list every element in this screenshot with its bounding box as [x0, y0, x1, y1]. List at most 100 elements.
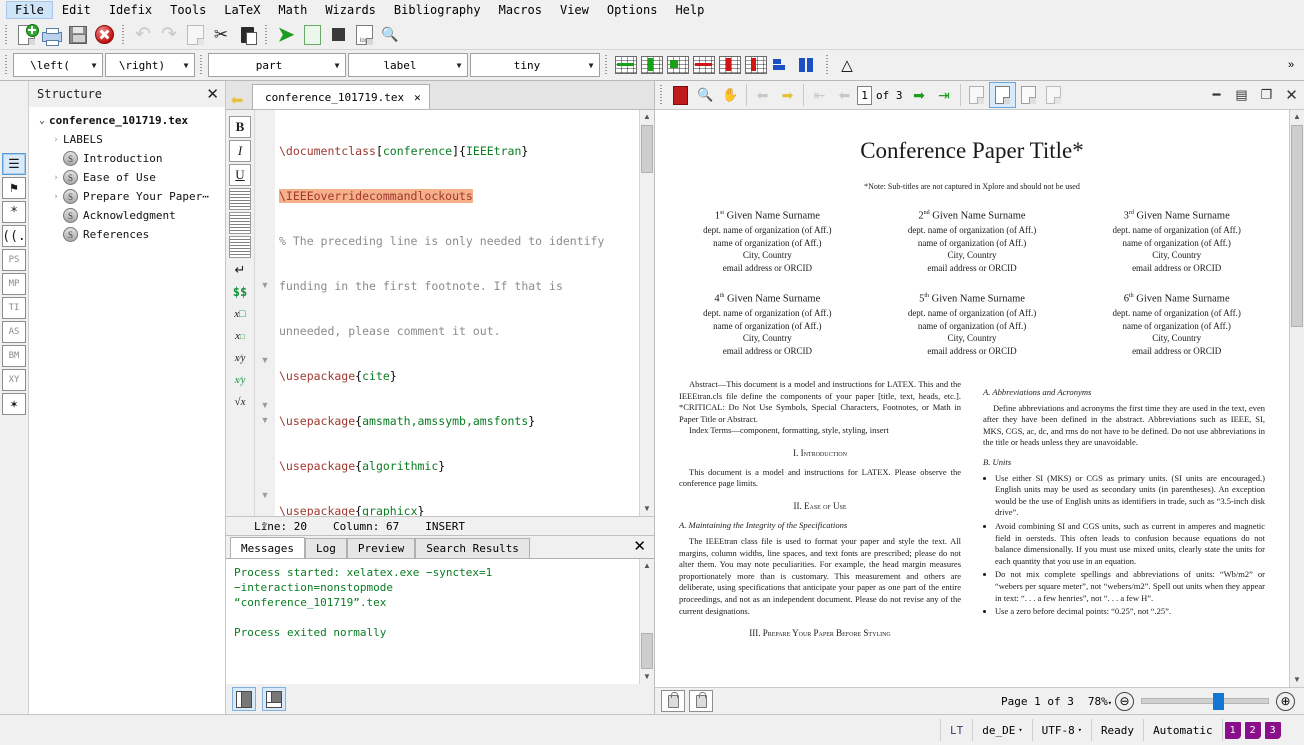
editor-scrollbar[interactable]: ▲ ▼ — [639, 110, 654, 516]
view-pdf-icon[interactable] — [299, 22, 325, 47]
toolbar-grip-2[interactable] — [120, 24, 127, 45]
zoom-in-button[interactable]: ⊕ — [1276, 691, 1295, 711]
fold-toggle-icon[interactable]: ▼ — [259, 489, 271, 501]
sync-pdf-to-source-icon[interactable] — [661, 690, 685, 712]
pdf-toolbar-grip[interactable] — [658, 85, 665, 105]
redo-icon[interactable]: ↷ — [156, 22, 182, 47]
tree-item-ease-of-use[interactable]: › S Ease of Use — [29, 168, 225, 187]
zoom-level-label[interactable]: 78%▾ — [1088, 695, 1112, 708]
bookmarks-view-icon[interactable]: ⚑ — [2, 177, 26, 199]
paste-icon[interactable] — [234, 22, 260, 47]
right-delimiter-combo[interactable]: \right) ▼ — [105, 53, 195, 77]
sqrt-button[interactable]: √x — [230, 392, 250, 412]
menu-wizards[interactable]: Wizards — [316, 1, 385, 19]
language-selector[interactable]: de_DE ▾ — [973, 719, 1033, 741]
next-page-icon[interactable]: ➡ — [907, 83, 932, 107]
fold-toggle-icon[interactable]: ▼ — [259, 519, 271, 531]
print-icon[interactable] — [39, 22, 65, 47]
font-size-combo[interactable]: tiny ▼ — [470, 53, 600, 77]
minimize-icon[interactable]: ━ — [1204, 83, 1229, 107]
bookmark-3-button[interactable]: 3 — [1264, 721, 1281, 739]
pdf-page-area[interactable]: Conference Paper Title* *Note: Sub-title… — [655, 110, 1304, 687]
format-toolbar-grip[interactable] — [3, 55, 10, 75]
bookmark-1-button[interactable]: 1 — [1224, 721, 1241, 739]
layout-three-pane-view-button[interactable] — [262, 687, 286, 711]
code-editor[interactable]: \documentclass[conference]{IEEEtran} \IE… — [275, 110, 639, 516]
tree-item-acknowledgment[interactable]: S Acknowledgment — [29, 206, 225, 225]
align-left-button[interactable] — [229, 188, 251, 210]
find-icon[interactable]: 🔍 — [377, 22, 403, 47]
zoom-out-button[interactable]: ⊖ — [1115, 691, 1134, 711]
page-number-input[interactable]: 1 — [857, 85, 872, 105]
math-mode-button[interactable]: $$ — [230, 282, 250, 302]
messages-scrollbar[interactable]: ▲ ▼ — [639, 559, 654, 684]
align-table-icon[interactable] — [769, 53, 795, 78]
as-symbols-icon[interactable]: AS — [2, 321, 26, 343]
scroll-down-icon[interactable]: ▼ — [643, 502, 651, 516]
fold-toggle-icon[interactable]: ▼ — [259, 354, 271, 366]
sync-source-to-pdf-icon[interactable] — [689, 690, 713, 712]
menu-tools[interactable]: Tools — [161, 1, 215, 19]
menu-file[interactable]: File — [6, 1, 53, 19]
close-icon[interactable]: ✕ — [414, 91, 421, 104]
scroll-up-icon[interactable]: ▲ — [643, 559, 651, 573]
ti-symbols-icon[interactable]: TI — [2, 297, 26, 319]
menu-bibliography[interactable]: Bibliography — [385, 1, 490, 19]
newline-button[interactable]: ↵ — [230, 260, 250, 280]
left-delimiter-combo[interactable]: \left( ▼ — [13, 53, 103, 77]
encoding-selector[interactable]: UTF-8 ▾ — [1033, 719, 1092, 741]
chevron-right-icon[interactable]: › — [49, 192, 63, 202]
maximize-icon[interactable]: ▤ — [1229, 83, 1254, 107]
fit-width-icon[interactable] — [1016, 83, 1041, 107]
log-icon[interactable]: log — [351, 22, 377, 47]
first-page-icon[interactable]: ⇤ — [807, 83, 832, 107]
previous-page-icon[interactable]: ⬅ — [832, 83, 857, 107]
spellcheck-indicator[interactable]: LT — [940, 719, 974, 741]
delete-cell-icon[interactable] — [743, 53, 769, 78]
forward-icon[interactable]: ➡ — [775, 83, 800, 107]
brackets-view-icon[interactable]: ((. — [2, 225, 26, 247]
zoom-slider[interactable] — [1141, 692, 1269, 710]
continuous-icon[interactable] — [1041, 83, 1066, 107]
scroll-down-icon[interactable]: ▼ — [643, 670, 651, 684]
layout-split-view-button[interactable] — [232, 687, 256, 711]
last-page-icon[interactable]: ⇥ — [932, 83, 957, 107]
fit-page-icon[interactable] — [988, 82, 1016, 108]
undo-icon[interactable]: ↶ — [130, 22, 156, 47]
scroll-down-icon[interactable]: ▼ — [1293, 673, 1301, 687]
back-arrow-icon[interactable]: ⬅ — [226, 91, 248, 109]
tree-item-labels[interactable]: › LABELS — [29, 130, 225, 149]
tab-search-results[interactable]: Search Results — [415, 538, 530, 558]
delete-column-icon[interactable] — [717, 53, 743, 78]
label-combo[interactable]: label ▼ — [348, 53, 468, 77]
restore-icon[interactable]: ❐ — [1254, 83, 1279, 107]
toolbar-grip[interactable] — [3, 24, 10, 45]
symbols-view-icon[interactable]: * — [2, 201, 26, 223]
editor-tab-conference[interactable]: conference_101719.tex ✕ — [252, 84, 430, 109]
tab-log[interactable]: Log — [304, 538, 347, 558]
menu-help[interactable]: Help — [666, 1, 713, 19]
fraction-button[interactable]: x∕y — [230, 348, 250, 368]
close-icon[interactable]: ✕ — [206, 87, 219, 102]
toolbar-overflow-button[interactable]: » — [1278, 53, 1304, 78]
tree-item-references[interactable]: S References — [29, 225, 225, 244]
insert-column-icon[interactable] — [639, 53, 665, 78]
structure-toolbar-grip[interactable] — [198, 55, 205, 75]
close-document-icon[interactable] — [91, 22, 117, 47]
insert-cell-icon[interactable] — [665, 53, 691, 78]
align-center-button[interactable] — [229, 212, 251, 234]
xy-symbols-icon[interactable]: XY — [2, 369, 26, 391]
chevron-right-icon[interactable]: › — [49, 173, 63, 183]
build-run-icon[interactable]: ➤ — [273, 22, 299, 47]
toolbar-grip-3[interactable] — [263, 24, 270, 45]
merge-cells-icon[interactable] — [795, 53, 821, 78]
bold-button[interactable]: B — [229, 116, 251, 138]
fold-toggle-icon[interactable]: ▼ — [259, 279, 271, 291]
structure-view-icon[interactable]: ☰ — [2, 153, 26, 175]
magnify-icon[interactable]: 🔍 — [693, 83, 718, 107]
scroll-up-icon[interactable]: ▲ — [643, 110, 651, 124]
italic-button[interactable]: I — [229, 140, 251, 162]
chevron-down-icon[interactable]: ⌄ — [35, 115, 49, 126]
dfrac-button[interactable]: x∕y — [230, 370, 250, 390]
mp-symbols-icon[interactable]: MP — [2, 273, 26, 295]
